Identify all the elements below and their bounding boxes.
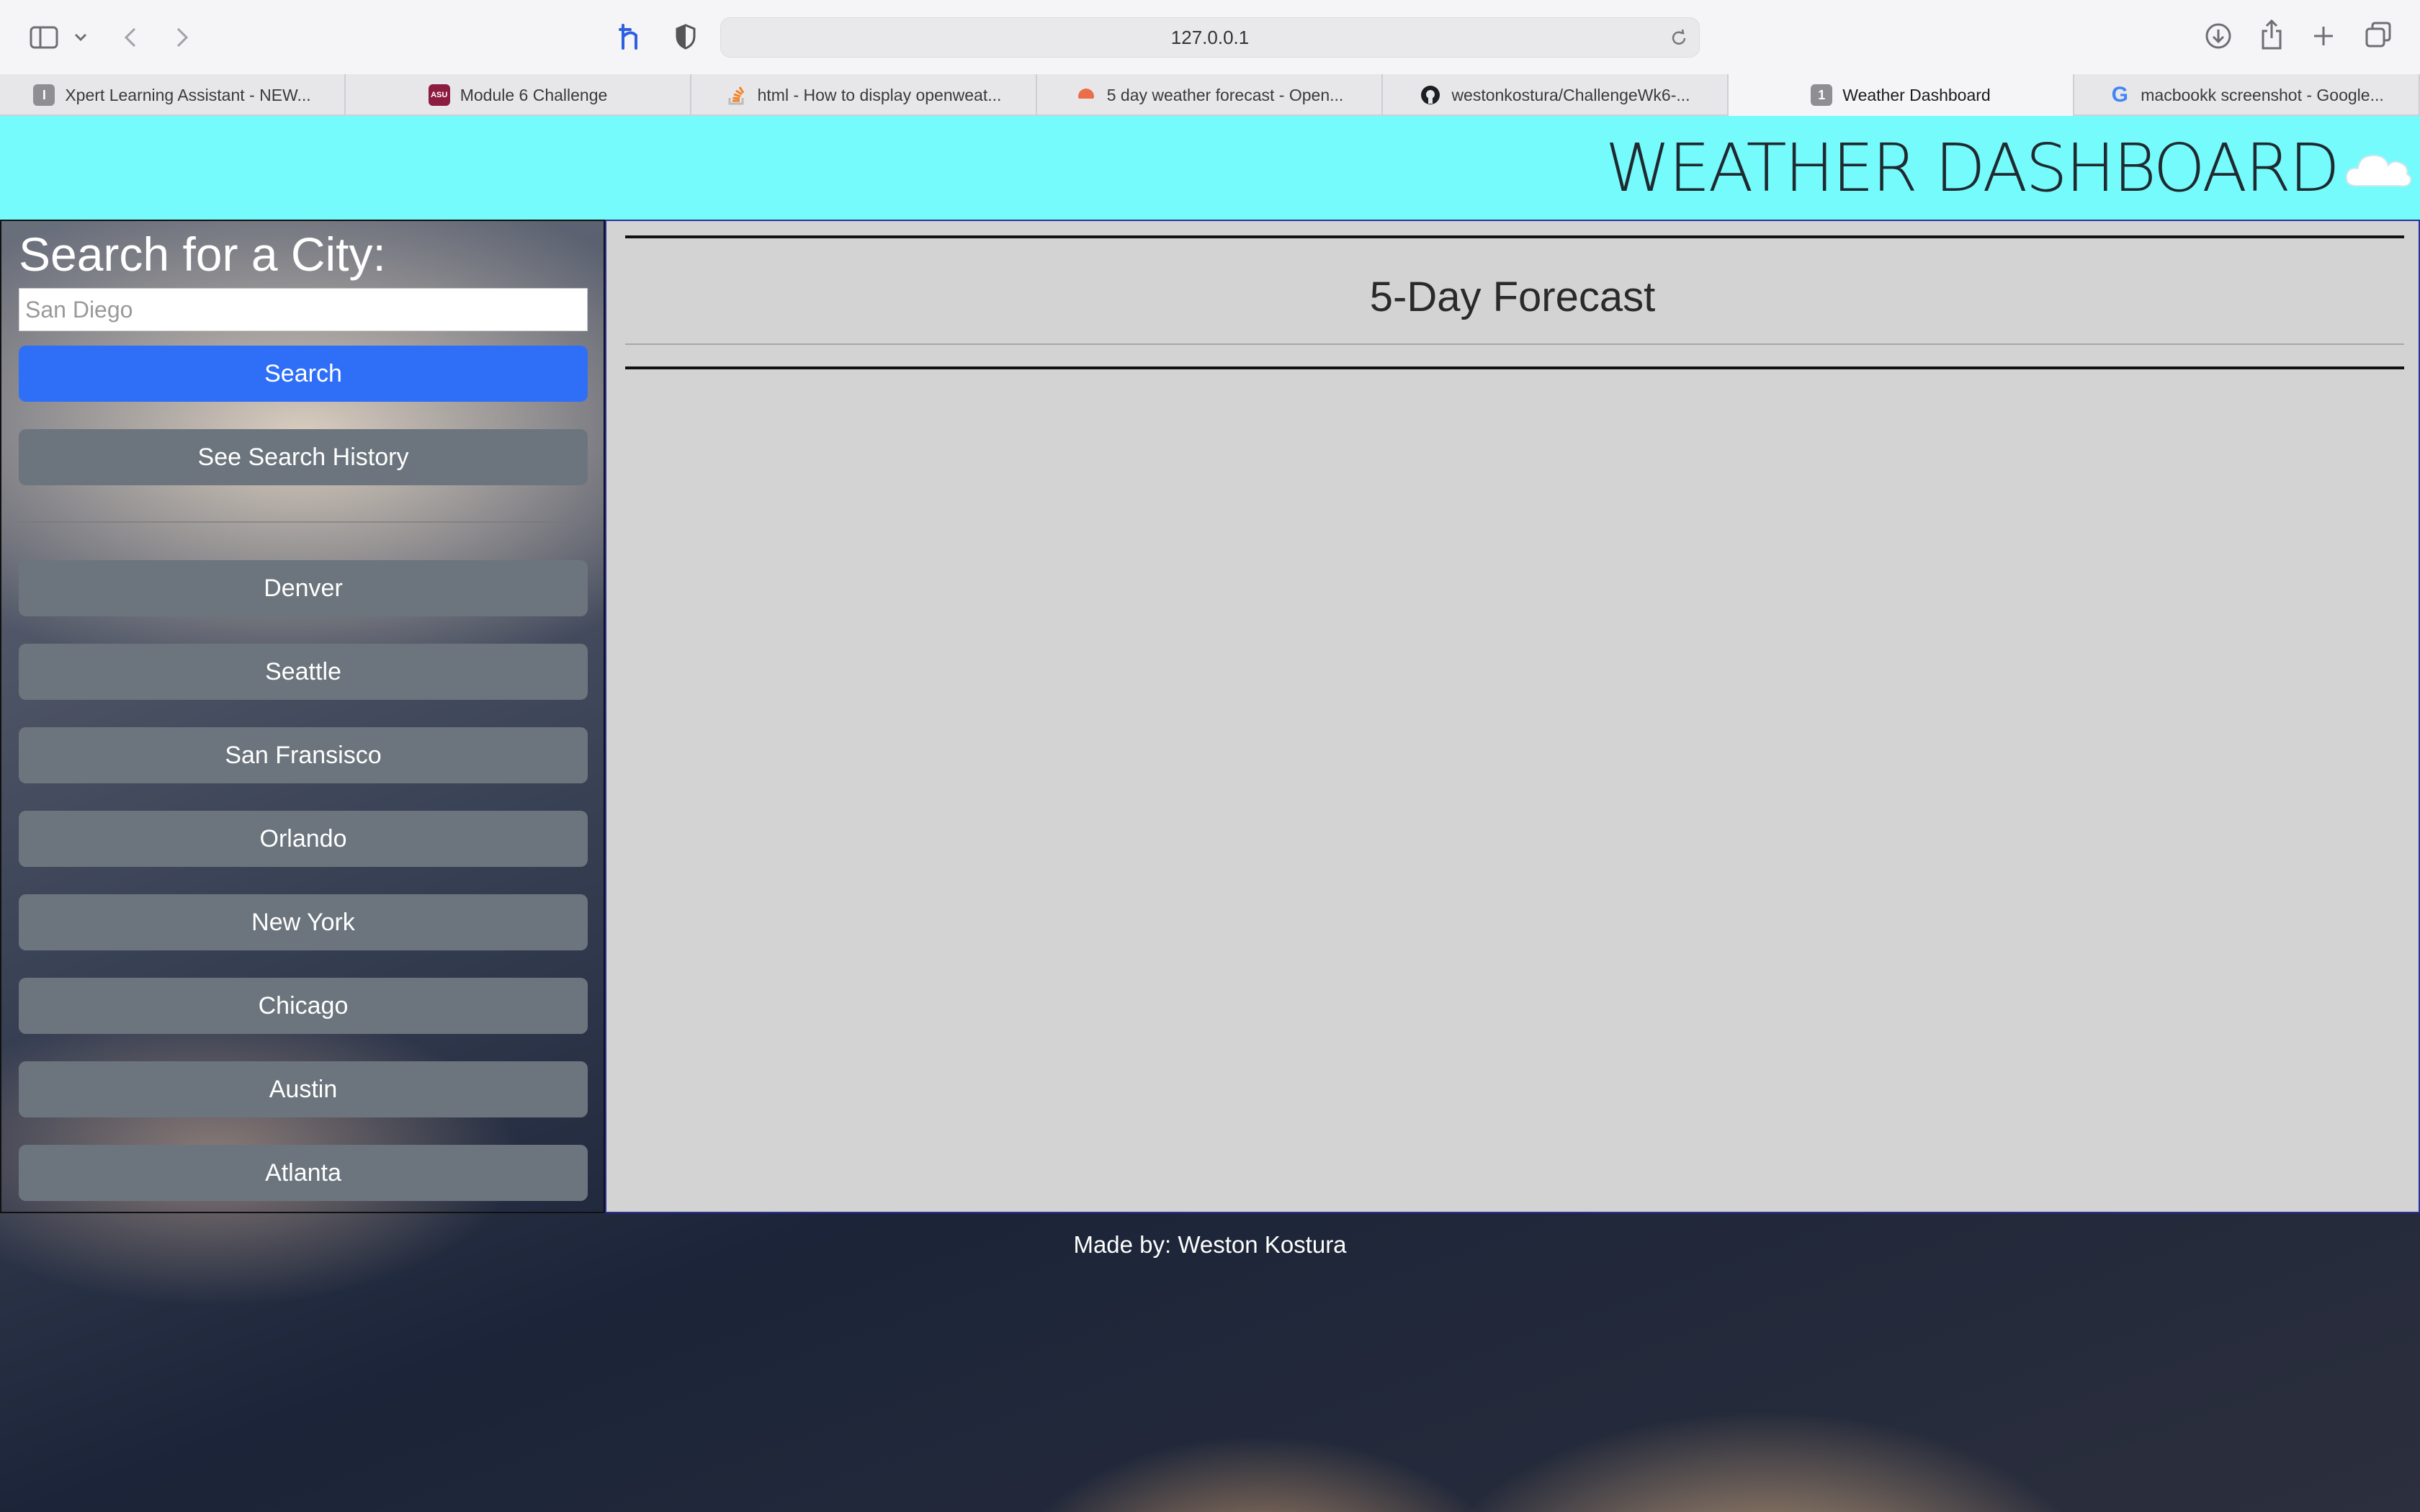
github-icon (1420, 84, 1441, 106)
tab-xpert[interactable]: I Xpert Learning Assistant - NEW... (0, 74, 346, 116)
sidebar-title: Search for a City: (19, 228, 386, 281)
city-button-denver[interactable]: Denver (19, 560, 588, 616)
tab-module-6[interactable]: ASU Module 6 Challenge (346, 74, 691, 116)
city-button-chicago[interactable]: Chicago (19, 978, 588, 1034)
forecast-title: 5-Day Forecast (1369, 274, 1656, 320)
tab-title: westonkostura/ChallengeWk6-... (1451, 85, 1690, 104)
city-button-orlando[interactable]: Orlando (19, 811, 588, 867)
city-button-new-york[interactable]: New York (19, 894, 588, 950)
numbered-favicon-icon: 1 (1811, 84, 1833, 106)
tab-overview-icon[interactable] (2364, 20, 2393, 49)
browser-toolbar: 127.0.0.1 (0, 0, 2420, 74)
url-text[interactable]: 127.0.0.1 (721, 18, 1699, 57)
tab-title: html - How to display openweat... (757, 85, 1002, 104)
tab-title: Module 6 Challenge (460, 85, 608, 104)
tab-github[interactable]: westonkostura/ChallengeWk6-... (1383, 74, 1729, 116)
tab-bar: I Xpert Learning Assistant - NEW... ASU … (0, 74, 2420, 116)
tab-openweather[interactable]: 5 day weather forecast - Open... (1037, 74, 1383, 116)
search-history-button[interactable]: See Search History (19, 429, 588, 485)
tab-google[interactable]: G macbookk screenshot - Google... (2074, 74, 2420, 116)
city-button-san-fransisco[interactable]: San Fransisco (19, 727, 588, 783)
forward-icon[interactable] (170, 22, 194, 53)
city-button-seattle[interactable]: Seattle (19, 644, 588, 700)
share-icon[interactable] (2257, 17, 2286, 52)
tab-stackoverflow[interactable]: html - How to display openweat... (691, 74, 1037, 116)
forecast-divider (625, 366, 2404, 369)
download-icon[interactable] (2202, 20, 2234, 52)
city-button-austin[interactable]: Austin (19, 1061, 588, 1117)
footer-credit: Made by: Weston Kostura (1073, 1231, 1347, 1258)
tab-title: Xpert Learning Assistant - NEW... (65, 85, 311, 104)
address-bar[interactable]: 127.0.0.1 (720, 17, 1700, 58)
city-button-atlanta[interactable]: Atlanta (19, 1145, 588, 1201)
tab-title: Weather Dashboard (1842, 85, 1991, 104)
title-divider (625, 343, 2404, 345)
city-search-input[interactable]: San Diego (19, 288, 588, 331)
privacy-shield-icon[interactable] (673, 22, 699, 52)
tab-title: macbookk screenshot - Google... (2141, 85, 2384, 104)
page-title: WEATHER DASHBOARD (1605, 129, 2340, 207)
xpert-favicon-icon: I (33, 84, 55, 106)
reload-icon[interactable] (1667, 27, 1690, 50)
tab-title: 5 day weather forecast - Open... (1106, 85, 1344, 104)
google-icon: G (2111, 83, 2128, 107)
honey-extension-icon[interactable] (617, 20, 645, 53)
new-tab-icon[interactable] (2309, 22, 2338, 50)
search-sidebar: Search for a City: San Diego Search See … (0, 220, 605, 1213)
cloud-icon (2345, 154, 2412, 187)
openweather-icon (1075, 84, 1097, 106)
stack-overflow-icon (726, 84, 748, 106)
chevron-down-icon[interactable] (71, 29, 91, 46)
top-divider (625, 235, 2404, 238)
search-button[interactable]: Search (19, 346, 588, 402)
sidebar-divider (19, 521, 588, 523)
asu-favicon-icon: ASU (428, 84, 450, 106)
page-header: WEATHER DASHBOARD (0, 116, 2420, 220)
forecast-panel: 5-Day Forecast (605, 220, 2420, 1213)
sidebar-toggle-icon[interactable] (27, 23, 60, 52)
back-icon[interactable] (118, 22, 143, 53)
tab-weather-dashboard[interactable]: 1 Weather Dashboard (1729, 74, 2074, 116)
